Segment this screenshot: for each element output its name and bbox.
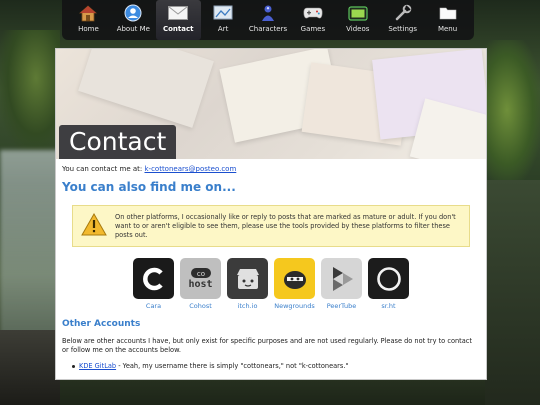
nav-label-videos: Videos	[346, 25, 370, 33]
warning-text: On other platforms, I occasionally like …	[115, 212, 456, 239]
platform-peertube[interactable]: PeerTube	[321, 258, 362, 310]
contact-line: You can contact me at: k-cottonears@post…	[62, 165, 480, 173]
nav-item-art[interactable]: Art	[201, 0, 246, 40]
contact-prefix: You can contact me at:	[62, 165, 145, 173]
envelope-icon	[167, 4, 189, 22]
list-item: KDE GitLab - Yeah, my username there is …	[62, 362, 480, 370]
nav-label-home: Home	[78, 25, 99, 33]
character-icon	[257, 4, 279, 22]
list-item-text: KDE GitLab - Yeah, my username there is …	[79, 362, 348, 370]
platform-itchio[interactable]: itch.io	[227, 258, 268, 310]
platform-label: Cara	[145, 302, 162, 310]
newgrounds-icon	[274, 258, 315, 299]
folder-icon	[437, 4, 459, 22]
gamepad-icon	[302, 4, 324, 22]
other-accounts-text: Below are other accounts I have, but onl…	[62, 337, 472, 354]
bg-rocks-left	[0, 330, 60, 405]
email-link[interactable]: k-cottonears@posteo.com	[144, 165, 236, 173]
nav-item-videos[interactable]: Videos	[335, 0, 380, 40]
cohost-icon: co host	[180, 258, 221, 299]
nav-label-contact: Contact	[162, 25, 194, 33]
person-icon	[122, 4, 144, 22]
nav-item-contact[interactable]: Contact	[155, 0, 201, 40]
kde-gitlab-description: - Yeah, my username there is simply "cot…	[116, 362, 349, 370]
bg-waterfall	[0, 150, 60, 350]
platform-cara[interactable]: Cara	[133, 258, 174, 310]
nav-label-menu: Menu	[437, 25, 458, 33]
home-icon	[77, 4, 99, 22]
platform-list: Cara co host Cohost itch.io Newgrounds P…	[62, 258, 480, 310]
bullet	[72, 364, 75, 368]
video-icon	[347, 4, 369, 22]
nav-item-menu[interactable]: Menu	[425, 0, 470, 40]
envelope-banner-image: Contact	[56, 49, 486, 159]
wrench-icon	[392, 4, 414, 22]
nav-item-about[interactable]: About Me	[111, 0, 156, 40]
envelope-shape	[78, 49, 214, 128]
platform-newgrounds[interactable]: Newgrounds	[274, 258, 315, 310]
platform-srht[interactable]: sr.ht	[368, 258, 409, 310]
page-content: You can contact me at: k-cottonears@post…	[56, 159, 486, 370]
nav-item-home[interactable]: Home	[66, 0, 111, 40]
bg-rocks-right	[485, 180, 540, 405]
nav-item-games[interactable]: Games	[290, 0, 335, 40]
svg-text:co: co	[196, 270, 204, 278]
srht-icon	[368, 258, 409, 299]
nav-item-settings[interactable]: Settings	[380, 0, 425, 40]
cara-icon	[133, 258, 174, 299]
nav-label-art: Art	[217, 25, 229, 33]
other-accounts-heading: Other Accounts	[62, 319, 141, 329]
platform-label: Newgrounds	[274, 302, 315, 310]
nav-label-settings: Settings	[388, 25, 418, 33]
platform-label: itch.io	[237, 302, 258, 310]
art-icon	[212, 4, 234, 22]
content-panel: Contact You can contact me at: k-cottone…	[55, 48, 487, 380]
bg-foliage-left	[0, 30, 60, 150]
peertube-icon	[321, 258, 362, 299]
nav-label-games: Games	[300, 25, 326, 33]
top-nav: Home About Me Contact Art Characters Gam…	[62, 0, 474, 40]
find-me-heading: You can also find me on...	[62, 180, 236, 194]
bg-foliage-right	[485, 40, 540, 180]
nav-label-characters: Characters	[248, 25, 288, 33]
mature-content-warning: On other platforms, I occasionally like …	[72, 205, 470, 247]
platform-label: sr.ht	[381, 302, 396, 310]
nav-item-characters[interactable]: Characters	[246, 0, 291, 40]
itchio-icon	[227, 258, 268, 299]
platform-cohost[interactable]: co host Cohost	[180, 258, 221, 310]
kde-gitlab-link[interactable]: KDE GitLab	[79, 362, 116, 370]
warning-icon	[81, 212, 107, 240]
nav-label-about: About Me	[116, 25, 150, 33]
cohost-logo-text: host	[188, 279, 213, 290]
platform-label: PeerTube	[326, 302, 357, 310]
page-title: Contact	[59, 125, 177, 159]
platform-label: Cohost	[189, 302, 212, 310]
